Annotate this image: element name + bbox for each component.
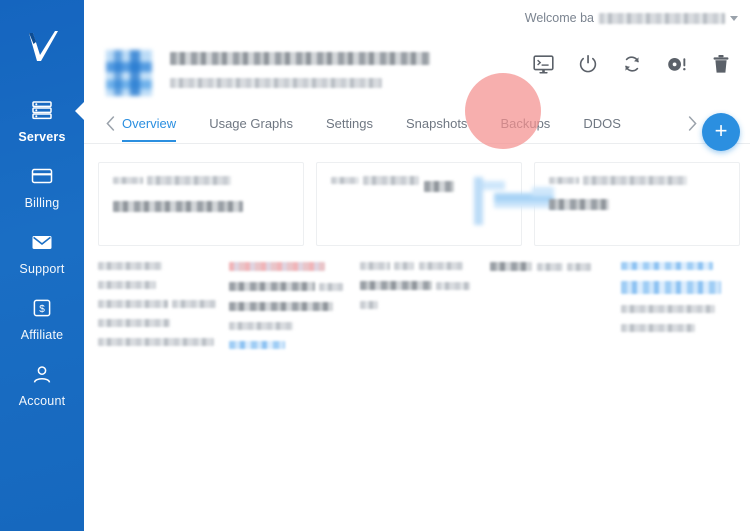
sidebar-item-affiliate[interactable]: $ Affiliate xyxy=(0,286,84,352)
brand-logo[interactable] xyxy=(20,24,64,68)
server-title-block xyxy=(170,44,533,92)
envelope-icon xyxy=(31,231,53,253)
tab-settings[interactable]: Settings xyxy=(326,116,373,142)
power-icon[interactable] xyxy=(578,54,598,74)
card-label-redacted xyxy=(331,176,359,184)
detail-column xyxy=(359,262,479,360)
overview-content xyxy=(84,144,750,360)
tab-backups[interactable]: Backups xyxy=(500,116,550,142)
checkmark-logo-icon xyxy=(29,31,58,61)
detail-row xyxy=(359,262,390,270)
card-body xyxy=(316,162,566,246)
detail-row xyxy=(228,302,333,311)
sidebar-nav: Servers Billing Support $ Affiliate Acco… xyxy=(0,88,84,418)
detail-row xyxy=(228,262,325,271)
detail-row xyxy=(228,282,315,291)
sidebar-item-billing[interactable]: Billing xyxy=(0,154,84,220)
summary-cards xyxy=(98,162,740,246)
add-button[interactable]: + xyxy=(702,113,740,151)
server-list-icon xyxy=(31,99,53,121)
chevron-left-icon[interactable] xyxy=(98,116,122,131)
card-chart-redacted xyxy=(472,175,566,227)
detail-row xyxy=(418,262,463,270)
welcome-text: Welcome ba xyxy=(524,11,594,25)
card-body xyxy=(98,162,304,246)
topbar: Welcome ba xyxy=(84,0,750,36)
detail-row xyxy=(621,305,716,313)
reboot-icon[interactable] xyxy=(622,54,642,74)
disc-alert-icon[interactable] xyxy=(666,55,688,74)
card-progress-redacted xyxy=(113,201,243,212)
summary-card xyxy=(316,162,566,246)
detail-row xyxy=(98,319,170,327)
active-pointer-icon xyxy=(75,102,84,120)
server-header xyxy=(84,36,750,96)
detail-row xyxy=(98,338,214,346)
card-value-redacted xyxy=(583,175,688,185)
tab-usage-graphs[interactable]: Usage Graphs xyxy=(209,116,293,142)
sidebar-item-support[interactable]: Support xyxy=(0,220,84,286)
console-icon[interactable] xyxy=(533,54,554,74)
detail-row xyxy=(536,262,563,271)
server-avatar xyxy=(106,50,152,96)
detail-row[interactable] xyxy=(228,341,285,349)
welcome-username-redacted xyxy=(599,12,725,24)
card-body xyxy=(534,162,740,246)
tab-ddos[interactable]: DDOS xyxy=(583,116,621,142)
tab-overview[interactable]: Overview xyxy=(122,116,177,142)
person-icon xyxy=(32,363,52,385)
card-label-redacted xyxy=(549,176,579,184)
detail-row xyxy=(394,262,415,270)
sidebar-item-account[interactable]: Account xyxy=(0,352,84,418)
credit-card-icon xyxy=(31,165,53,187)
trash-icon[interactable] xyxy=(712,54,730,74)
chevron-right-icon[interactable] xyxy=(680,116,704,131)
sidebar-item-label: Billing xyxy=(24,196,60,210)
server-actions xyxy=(533,44,736,74)
summary-card xyxy=(534,162,740,246)
dollar-box-icon: $ xyxy=(33,297,51,319)
sidebar-item-servers[interactable]: Servers xyxy=(0,88,84,154)
chevron-down-icon[interactable] xyxy=(730,15,738,21)
detail-row xyxy=(359,301,378,309)
detail-row xyxy=(359,281,432,290)
sidebar-item-label: Affiliate xyxy=(20,328,64,342)
summary-card xyxy=(98,162,304,246)
detail-row xyxy=(98,300,168,308)
detail-column xyxy=(621,262,740,360)
detail-column xyxy=(98,262,217,360)
tab-bar: Overview Usage Graphs Settings Snapshots… xyxy=(84,104,750,144)
detail-row xyxy=(436,281,471,290)
card-value-redacted xyxy=(147,175,232,185)
detail-row xyxy=(98,262,162,270)
server-subtitle-redacted xyxy=(170,77,382,88)
detail-row xyxy=(172,300,217,308)
detail-row xyxy=(98,281,156,289)
sidebar: Servers Billing Support $ Affiliate Acco… xyxy=(0,0,84,531)
detail-row xyxy=(621,324,696,332)
tabs: Overview Usage Graphs Settings Snapshots… xyxy=(122,104,680,144)
card-label-redacted xyxy=(113,176,143,184)
sidebar-item-label: Servers xyxy=(18,130,66,144)
detail-row[interactable] xyxy=(621,262,714,270)
detail-row xyxy=(319,282,344,291)
sidebar-item-label: Support xyxy=(19,262,65,276)
main-panel: Welcome ba Overview Usage Graphs Setting… xyxy=(84,0,750,531)
svg-text:$: $ xyxy=(39,304,45,315)
detail-column xyxy=(490,262,609,360)
card-value-redacted xyxy=(363,175,420,185)
app-root: Servers Billing Support $ Affiliate Acco… xyxy=(0,0,750,531)
detail-row[interactable] xyxy=(621,281,722,294)
server-details xyxy=(98,262,740,360)
sidebar-item-label: Account xyxy=(18,394,66,408)
server-title-redacted xyxy=(170,52,430,65)
tab-snapshots[interactable]: Snapshots xyxy=(406,116,467,142)
detail-row xyxy=(490,262,533,271)
card-sub-redacted xyxy=(423,180,454,192)
account-menu[interactable]: Welcome ba xyxy=(525,11,738,25)
detail-row xyxy=(228,322,293,330)
card-sub-redacted xyxy=(549,199,609,211)
detail-row xyxy=(567,262,592,271)
detail-column xyxy=(228,262,348,360)
